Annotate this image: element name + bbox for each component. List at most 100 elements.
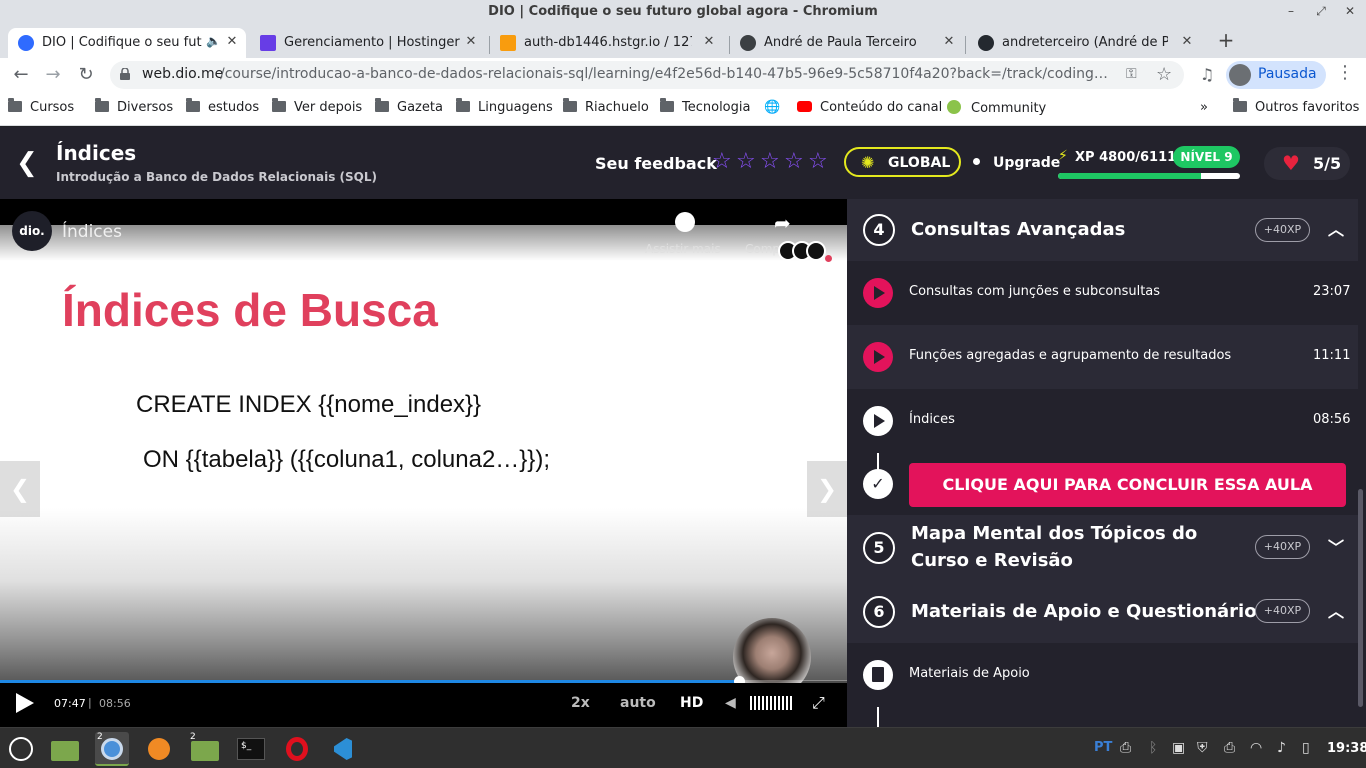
audio-icon[interactable]: 🔈	[206, 34, 221, 48]
kebab-menu-icon[interactable]: ⋮	[1336, 62, 1354, 83]
quality-hd-button[interactable]: HD	[680, 695, 703, 711]
opera-icon[interactable]	[280, 732, 314, 766]
module-header-6[interactable]: 6 Materiais de Apoio e Questionário +40X…	[847, 583, 1358, 645]
terminal-icon[interactable]: $_	[234, 732, 268, 766]
files-icon[interactable]: 2	[188, 732, 222, 766]
github-icon	[978, 35, 994, 51]
video-player[interactable]: Índices de Busca CREATE INDEX {{nome_ind…	[0, 199, 847, 727]
watch-later-label[interactable]: Assistir mais tarde	[645, 242, 723, 256]
lesson-title: Índices	[56, 141, 137, 165]
rating-star-icon[interactable]: ☆	[808, 149, 828, 174]
firefox-icon[interactable]	[142, 732, 176, 766]
vscode-icon[interactable]	[326, 732, 360, 766]
close-window-icon[interactable]: ✕	[1342, 2, 1358, 20]
share-icon[interactable]: ➦	[774, 211, 791, 235]
tab-close-icon[interactable]: ✕	[1178, 33, 1196, 51]
tab-close-icon[interactable]: ✕	[462, 33, 480, 51]
module-header-5[interactable]: 5 Mapa Mental dos Tópicos do Curso e Rev…	[847, 515, 1358, 583]
folder-icon	[456, 98, 470, 112]
folder-icon	[375, 98, 389, 112]
new-tab-button[interactable]: +	[1214, 28, 1238, 52]
media-control-icon[interactable]: ♫	[1194, 62, 1220, 88]
tab-close-icon[interactable]: ✕	[940, 33, 958, 51]
bluetooth-icon[interactable]: ᛒ	[1149, 740, 1157, 756]
bookmark-folder[interactable]: estudos	[186, 98, 259, 115]
lesson-row[interactable]: Materiais de Apoio	[847, 643, 1358, 707]
volume-icon[interactable]: ♪	[1277, 740, 1286, 756]
reload-button[interactable]: ↻	[73, 62, 99, 88]
tab-strip: DIO | Codifique o seu futuro global agor…	[0, 24, 1366, 58]
tab-dio[interactable]: DIO | Codifique o seu futuro global agor…	[8, 28, 246, 58]
tab-close-icon[interactable]: ✕	[700, 33, 718, 51]
lesson-row[interactable]: Consultas com junções e subconsultas 23:…	[847, 261, 1358, 325]
wifi-icon[interactable]: ◠	[1250, 740, 1262, 756]
lesson-row[interactable]: Funções agregadas e agrupamento de resul…	[847, 325, 1358, 389]
clock[interactable]: 19:38	[1327, 741, 1366, 756]
clipboard-icon[interactable]: ▣	[1172, 740, 1185, 756]
volume-icon[interactable]: ◀	[725, 695, 736, 711]
speed-button[interactable]: 2x	[571, 695, 590, 711]
clock-icon[interactable]	[675, 212, 695, 232]
battery-icon[interactable]: ▯	[1302, 740, 1310, 756]
tab-phpmyadmin[interactable]: auth-db1446.hstgr.io / 127.0.0.1 ✕	[490, 28, 728, 58]
bookmark-community[interactable]: Community	[947, 100, 1046, 116]
bookmark-other[interactable]: Outros favoritos	[1233, 98, 1359, 115]
rating-star-icon[interactable]: ☆	[760, 149, 780, 174]
chromium-icon[interactable]: 2	[95, 732, 129, 766]
chevron-up-icon[interactable]: ︿	[1327, 221, 1345, 239]
lesson-label: Índices	[909, 412, 955, 427]
forward-button[interactable]: →	[40, 62, 66, 88]
rating-star-icon[interactable]: ☆	[712, 149, 732, 174]
tab-hostinger[interactable]: Gerenciamento | Hostinger ✕	[250, 28, 488, 58]
prev-slide-button[interactable]: ❮	[0, 461, 40, 517]
bookmark-folder[interactable]: Tecnologia	[660, 98, 750, 115]
module-header-4[interactable]: 4 Consultas Avançadas +40XP ︿	[847, 199, 1358, 261]
rating-star-icon[interactable]: ☆	[784, 149, 804, 174]
volume-slider[interactable]	[750, 696, 792, 710]
printer-status-icon[interactable]: ⎙	[1120, 740, 1131, 756]
bookmark-folder[interactable]: Diversos	[95, 98, 173, 115]
back-arrow-icon[interactable]: ❮	[16, 149, 40, 177]
printer-icon[interactable]: ⎙	[1224, 740, 1235, 756]
sidebar-scrollbar[interactable]	[1358, 489, 1363, 707]
profile-button[interactable]: Pausada	[1226, 61, 1326, 89]
upgrade-link[interactable]: Upgrade	[993, 155, 1060, 171]
key-icon[interactable]: ⚿	[1126, 66, 1137, 82]
folder-icon	[186, 98, 200, 112]
bookmark-folder[interactable]: Ver depois	[272, 98, 362, 115]
rating-star-icon[interactable]: ☆	[736, 149, 756, 174]
chevron-up-icon[interactable]: ︿	[1327, 603, 1345, 621]
bookmark-star-icon[interactable]: ☆	[1156, 64, 1172, 85]
complete-lesson-button[interactable]: CLIQUE AQUI PARA CONCLUIR ESSA AULA	[909, 463, 1346, 507]
files-icon[interactable]	[48, 732, 82, 766]
bookmark-folder[interactable]: Cursos	[8, 98, 74, 115]
mint-menu-icon[interactable]	[4, 732, 38, 766]
minimize-icon[interactable]: –	[1283, 2, 1299, 20]
video-title[interactable]: Índices	[62, 222, 122, 242]
back-button[interactable]: ←	[8, 62, 34, 88]
global-button[interactable]: ✺ GLOBAL	[844, 147, 961, 177]
chevron-down-icon[interactable]: ﹀	[1327, 539, 1345, 557]
fullscreen-icon[interactable]: ⤢	[812, 693, 825, 713]
bookmark-folder[interactable]: Gazeta	[375, 98, 443, 115]
channel-logo[interactable]: dio.	[12, 211, 52, 251]
lives-counter[interactable]: ♥ 5/5	[1264, 147, 1350, 180]
lesson-row-current[interactable]: Índices 08:56	[847, 389, 1358, 453]
keyboard-layout[interactable]: PT	[1094, 740, 1112, 755]
lesson-label: Materiais de Apoio	[909, 666, 1030, 681]
bookmark-canal[interactable]: Conteúdo do canal	[797, 100, 942, 115]
maximize-icon[interactable]: ⤢	[1313, 2, 1329, 20]
bookmarks-overflow[interactable]: »	[1200, 100, 1208, 115]
bookmark-globe[interactable]: 🌐	[764, 100, 780, 115]
tab-github[interactable]: andreterceiro (André de Paula Terceiro) …	[968, 28, 1206, 58]
address-bar[interactable]: web.dio.me /course/introducao-a-banco-de…	[110, 61, 1184, 89]
bookmark-folder[interactable]: Linguagens	[456, 98, 553, 115]
folder-icon	[8, 98, 22, 112]
bookmark-folder[interactable]: Riachuelo	[563, 98, 649, 115]
shield-icon[interactable]: ⛨	[1197, 740, 1208, 756]
tab-close-icon[interactable]: ✕	[223, 33, 241, 51]
quality-auto-button[interactable]: auto	[620, 695, 656, 711]
next-slide-button[interactable]: ❯	[807, 461, 847, 517]
play-icon[interactable]	[16, 693, 34, 713]
tab-andre[interactable]: André de Paula Terceiro ✕	[730, 28, 968, 58]
